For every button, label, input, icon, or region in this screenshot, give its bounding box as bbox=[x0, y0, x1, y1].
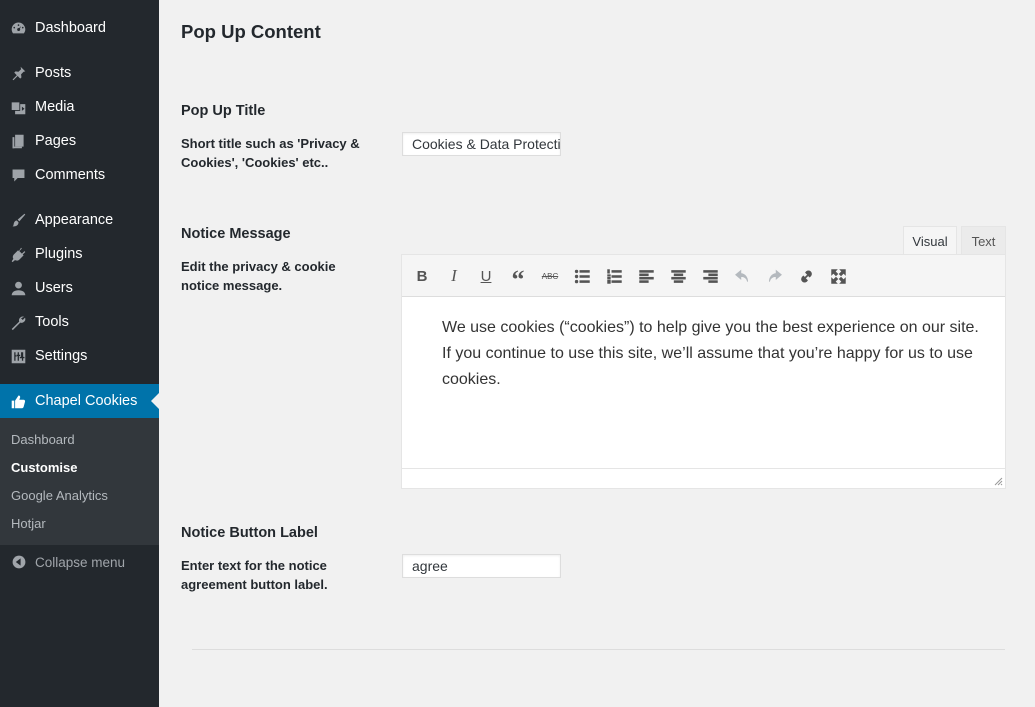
collapse-arrow-icon bbox=[0, 554, 35, 570]
align-center-icon[interactable] bbox=[667, 265, 689, 287]
menu-item-pages[interactable]: Pages bbox=[0, 124, 159, 158]
align-left-icon[interactable] bbox=[635, 265, 657, 287]
collapse-menu-button[interactable]: Collapse menu bbox=[0, 548, 159, 576]
menu-item-tools[interactable]: Tools bbox=[0, 305, 159, 339]
link-icon[interactable] bbox=[795, 265, 817, 287]
strikethrough-icon[interactable]: ABC bbox=[539, 265, 561, 287]
button-label-heading: Notice Button Label bbox=[181, 525, 318, 541]
menu-label: Dashboard bbox=[35, 20, 106, 36]
menu-label: Comments bbox=[35, 167, 106, 183]
redo-icon[interactable] bbox=[763, 265, 785, 287]
pages-icon bbox=[0, 133, 35, 150]
menu-item-plugins[interactable]: Plugins bbox=[0, 237, 159, 271]
submenu-item-google-analytics[interactable]: Google Analytics bbox=[11, 488, 108, 503]
menu-item-media[interactable]: Media bbox=[0, 90, 159, 124]
menu-label: Posts bbox=[35, 65, 72, 81]
sliders-icon bbox=[0, 348, 35, 365]
menu-item-users[interactable]: Users bbox=[0, 271, 159, 305]
user-icon bbox=[0, 280, 35, 297]
submenu-item-dashboard[interactable]: Dashboard bbox=[11, 432, 75, 447]
blockquote-icon[interactable]: “ bbox=[507, 265, 529, 293]
dashboard-icon bbox=[0, 20, 35, 37]
submenu-item-hotjar[interactable]: Hotjar bbox=[11, 516, 46, 531]
media-icon bbox=[0, 99, 35, 116]
page-title: Pop Up Content bbox=[181, 21, 321, 42]
pin-icon bbox=[0, 65, 35, 82]
button-label-description: Enter text for the notice agreement butt… bbox=[181, 558, 328, 592]
comment-icon bbox=[0, 167, 35, 184]
editor-content-area[interactable]: We use cookies (“cookies”) to help give … bbox=[442, 315, 982, 393]
menu-item-appearance[interactable]: Appearance bbox=[0, 203, 159, 237]
menu-label: Appearance bbox=[35, 212, 114, 228]
menu-item-chapel-cookies[interactable]: Chapel Cookies bbox=[0, 384, 159, 418]
popup-title-heading: Pop Up Title bbox=[181, 103, 266, 119]
resize-handle-icon[interactable] bbox=[994, 477, 1003, 486]
numbered-list-icon[interactable] bbox=[603, 265, 625, 287]
submenu-item-customise[interactable]: Customise bbox=[11, 460, 77, 475]
wrench-icon bbox=[0, 314, 35, 331]
popup-title-input[interactable]: Cookies & Data Protection bbox=[402, 132, 561, 156]
align-right-icon[interactable] bbox=[699, 265, 721, 287]
bold-icon[interactable]: B bbox=[411, 265, 433, 287]
underline-icon[interactable]: U bbox=[475, 265, 497, 287]
plug-icon bbox=[0, 246, 35, 263]
chapel-cookies-submenu: Dashboard Customise Google Analytics Hot… bbox=[0, 418, 159, 545]
tab-visual[interactable]: Visual bbox=[903, 226, 957, 255]
menu-item-comments[interactable]: Comments bbox=[0, 158, 159, 192]
menu-item-dashboard[interactable]: Dashboard bbox=[0, 11, 159, 45]
tab-text[interactable]: Text bbox=[961, 226, 1006, 255]
section-divider bbox=[192, 649, 1005, 650]
notice-message-editor: B I U “ ABC We use cookies (“cookies”) t… bbox=[401, 254, 1006, 489]
menu-label: Chapel Cookies bbox=[35, 393, 138, 409]
italic-icon[interactable]: I bbox=[443, 265, 465, 287]
menu-label: Tools bbox=[35, 314, 69, 330]
fullscreen-icon[interactable] bbox=[827, 265, 849, 287]
popup-title-description: Short title such as 'Privacy & Cookies',… bbox=[181, 136, 360, 170]
admin-sidebar: Dashboard Posts Media Pages Comments App… bbox=[0, 0, 159, 707]
notice-message-heading: Notice Message bbox=[181, 226, 291, 242]
brush-icon bbox=[0, 212, 35, 229]
editor-paragraph-1: We use cookies (“cookies”) to help give … bbox=[442, 319, 979, 336]
editor-statusbar bbox=[402, 468, 1005, 488]
menu-label: Media bbox=[35, 99, 75, 115]
menu-item-settings[interactable]: Settings bbox=[0, 339, 159, 373]
editor-toolbar: B I U “ ABC bbox=[402, 255, 1005, 297]
thumbs-up-icon bbox=[0, 393, 35, 410]
button-label-input[interactable]: agree bbox=[402, 554, 561, 578]
bullet-list-icon[interactable] bbox=[571, 265, 593, 287]
menu-item-posts[interactable]: Posts bbox=[0, 56, 159, 90]
editor-paragraph-2: If you continue to use this site, we’ll … bbox=[442, 345, 973, 388]
undo-icon[interactable] bbox=[731, 265, 753, 287]
menu-label: Users bbox=[35, 280, 73, 296]
collapse-label: Collapse menu bbox=[35, 554, 126, 570]
menu-label: Plugins bbox=[35, 246, 83, 262]
menu-label: Pages bbox=[35, 133, 77, 149]
menu-label: Settings bbox=[35, 348, 88, 364]
notice-message-description: Edit the privacy & cookie notice message… bbox=[181, 259, 336, 293]
